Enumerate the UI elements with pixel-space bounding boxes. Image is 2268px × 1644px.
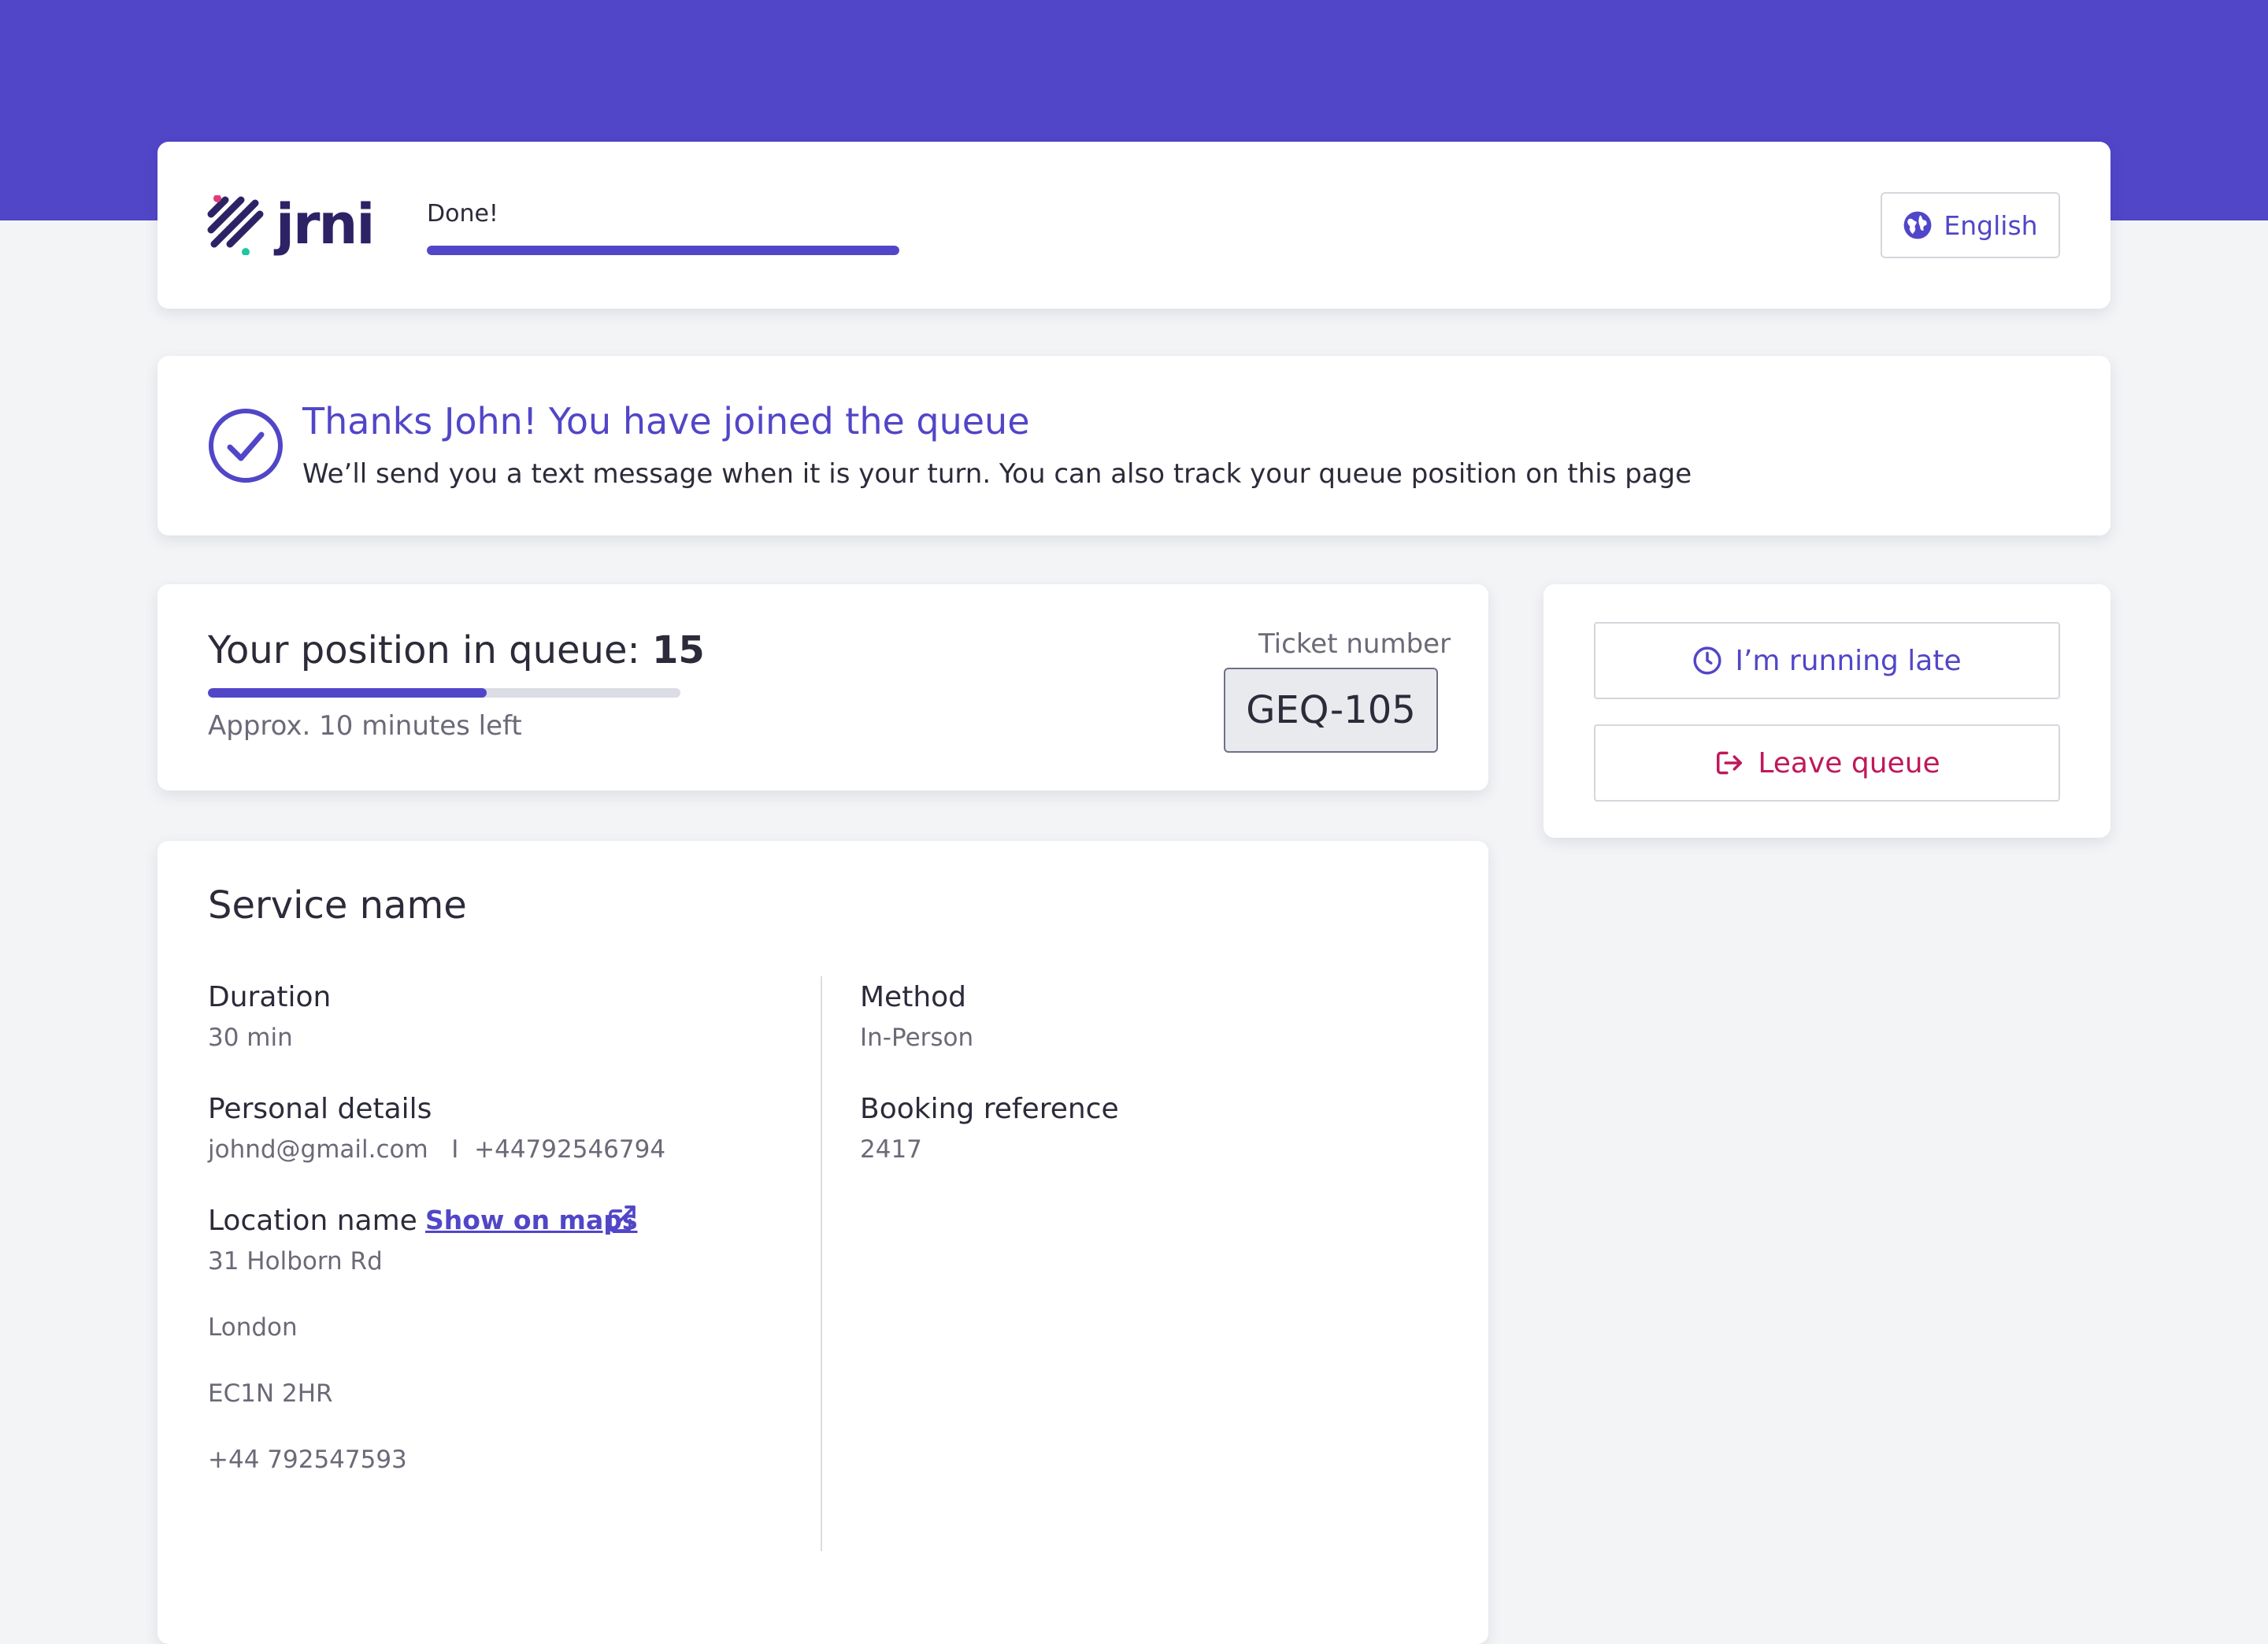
- duration-label: Duration: [208, 981, 332, 1013]
- queue-eta: Approx. 10 minutes left: [208, 710, 522, 742]
- details-card: Service name Duration 30 min Personal de…: [158, 841, 1488, 1644]
- running-late-label: I’m running late: [1735, 644, 1962, 677]
- method-value: In-Person: [860, 1024, 974, 1052]
- leave-queue-label: Leave queue: [1758, 746, 1940, 779]
- queue-progress-fill: [208, 688, 487, 698]
- address-line-2: London: [208, 1313, 298, 1342]
- logo-text: jrni: [276, 192, 375, 257]
- leave-queue-button[interactable]: Leave queue: [1594, 724, 2060, 802]
- globe-icon: [1903, 211, 1932, 239]
- ticket-label: Ticket number: [1258, 628, 1451, 660]
- confirmation-subtitle: We’ll send you a text message when it is…: [302, 458, 1692, 490]
- queue-position-value: 15: [651, 628, 705, 672]
- queue-card: Your position in queue: 15 Approx. 10 mi…: [158, 584, 1488, 791]
- progress-bar-fill: [427, 246, 899, 255]
- location-label: Location name: [208, 1205, 417, 1237]
- actions-card: I’m running late Leave queue: [1544, 584, 2110, 838]
- jrni-logo[interactable]: jrni: [206, 192, 380, 257]
- logo-stripes-icon: [207, 195, 264, 255]
- clock-icon: [1693, 646, 1721, 675]
- running-late-button[interactable]: I’m running late: [1594, 622, 2060, 699]
- duration-value: 30 min: [208, 1024, 293, 1052]
- language-label: English: [1944, 209, 2038, 241]
- progress-label: Done!: [427, 200, 498, 228]
- service-name: Service name: [208, 883, 467, 928]
- address-phone: +44 792547593: [208, 1446, 407, 1474]
- queue-progress-bar: [208, 688, 680, 698]
- check-circle-icon: [209, 409, 283, 483]
- personal-details-label: Personal details: [208, 1093, 432, 1125]
- queue-position-label: Your position in queue:: [208, 628, 640, 672]
- personal-details-value: johnd@gmail.com I +44792546794: [208, 1135, 666, 1164]
- queue-position: Your position in queue: 15: [208, 628, 705, 672]
- address-line-3: EC1N 2HR: [208, 1379, 333, 1408]
- confirmation-card: Thanks John! You have joined the queue W…: [158, 356, 2110, 535]
- header-card: jrni Done! English: [158, 142, 2110, 309]
- booking-reference-value: 2417: [860, 1135, 922, 1164]
- language-button[interactable]: English: [1881, 192, 2060, 258]
- progress-bar: [427, 246, 899, 255]
- method-label: Method: [860, 981, 967, 1013]
- address-line-1: 31 Holborn Rd: [208, 1247, 383, 1276]
- column-divider: [821, 976, 822, 1551]
- ticket-number: GEQ-105: [1224, 668, 1438, 753]
- confirmation-title: Thanks John! You have joined the queue: [302, 400, 1030, 442]
- booking-reference-label: Booking reference: [860, 1093, 1119, 1125]
- exit-icon: [1717, 751, 1743, 775]
- external-link-icon[interactable]: [606, 1203, 638, 1235]
